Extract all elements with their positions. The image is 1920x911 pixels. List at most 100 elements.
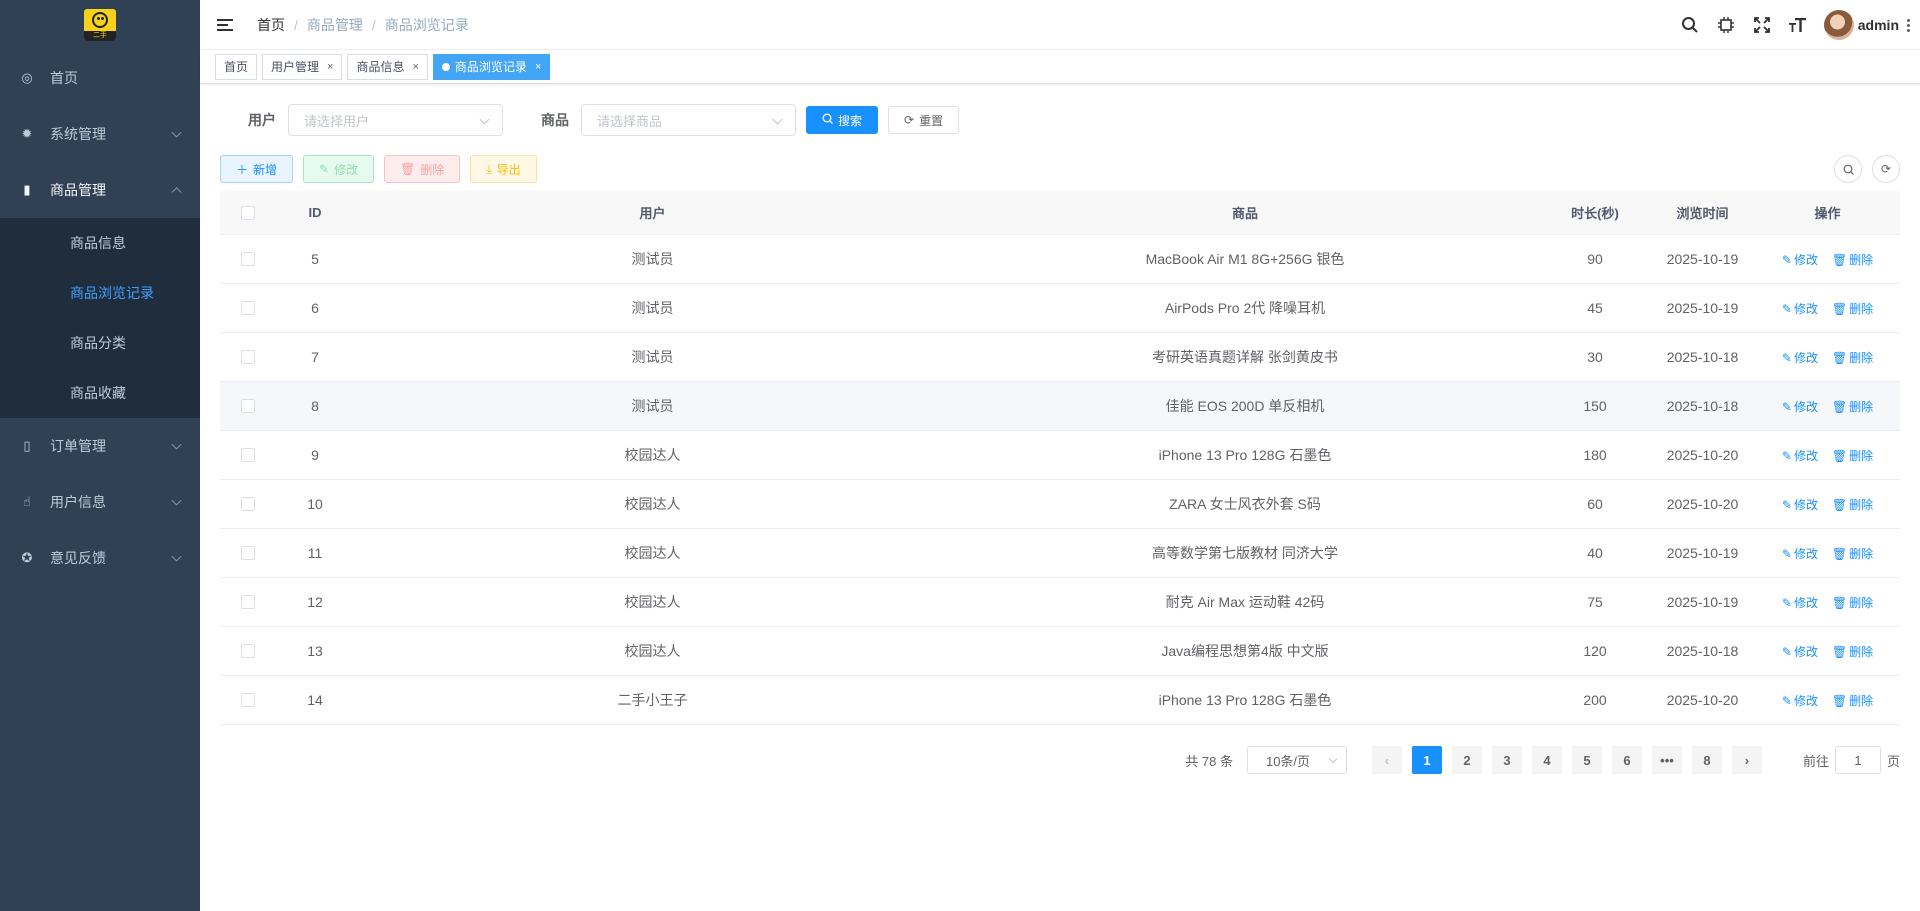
page-button[interactable]: 2 [1451, 746, 1482, 774]
breadcrumb-home[interactable]: 首页 [257, 15, 285, 35]
page-button[interactable]: 5 [1571, 746, 1602, 774]
font-size-icon[interactable] [1788, 15, 1808, 35]
row-edit-link[interactable]: ✎ 修改 [1782, 547, 1818, 561]
delete-button[interactable]: 🗑 删除 [384, 155, 461, 183]
sidebar-item-home[interactable]: ◎ 首页 [0, 50, 200, 106]
row-delete-link[interactable]: 🗑 删除 [1832, 449, 1873, 463]
cell-ops: ✎ 修改 🗑 删除 [1755, 545, 1900, 562]
prev-page-button[interactable]: ‹ [1371, 746, 1402, 774]
more-vertical-icon[interactable] [1907, 18, 1910, 32]
table-row: 11 校园达人 高等数学第七版教材 同济大学 40 2025-10-19 ✎ 修改… [220, 529, 1900, 578]
trash-icon: 🗑 [1831, 644, 1848, 659]
avatar[interactable] [1823, 10, 1854, 40]
product-select[interactable]: 请选择商品 [581, 104, 796, 136]
row-delete-link[interactable]: 🗑 删除 [1832, 596, 1873, 610]
row-checkbox[interactable] [220, 301, 275, 315]
row-edit-link[interactable]: ✎ 修改 [1782, 498, 1818, 512]
close-icon[interactable]: × [535, 61, 541, 73]
cell-time: 2025-10-18 [1666, 349, 1739, 365]
next-page-button[interactable]: › [1731, 746, 1762, 774]
row-edit-link[interactable]: ✎ 修改 [1782, 302, 1818, 316]
sidebar-item-system[interactable]: ✹ 系统管理 [0, 106, 200, 162]
row-delete-link[interactable]: 🗑 删除 [1832, 694, 1873, 708]
cell-user: 测试员 [631, 251, 674, 267]
row-delete-link[interactable]: 🗑 删除 [1832, 547, 1873, 561]
select-all-checkbox[interactable] [220, 205, 275, 220]
row-checkbox[interactable] [220, 350, 275, 364]
sidebar-item-label: 意见反馈 [50, 550, 106, 566]
sidebar-item-browse-history[interactable]: 商品浏览记录 [0, 268, 200, 318]
sidebar-item-products[interactable]: ▮ 商品管理 [0, 162, 200, 218]
username[interactable]: admin [1858, 17, 1899, 33]
breadcrumb-products[interactable]: 商品管理 [307, 15, 363, 35]
edit-button[interactable]: ✎ 修改 [303, 155, 375, 183]
refresh-table-button[interactable]: ⟳ [1872, 155, 1900, 183]
user-select[interactable]: 请选择用户 [288, 104, 503, 136]
chip-icon[interactable] [1716, 15, 1736, 35]
row-edit-link[interactable]: ✎ 修改 [1782, 253, 1818, 267]
row-checkbox[interactable] [220, 252, 275, 266]
edit-icon: ✎ [1781, 693, 1792, 708]
row-edit-link[interactable]: ✎ 修改 [1782, 694, 1818, 708]
tag-product-info[interactable]: 商品信息 × [347, 53, 428, 80]
sidebar-item-orders[interactable]: ▯ 订单管理 [0, 418, 200, 474]
row-delete-link[interactable]: 🗑 删除 [1832, 400, 1873, 414]
cell-duration: 45 [1587, 300, 1603, 316]
chevron-down-icon [171, 551, 182, 562]
page-button[interactable]: 4 [1531, 746, 1562, 774]
chevron-up-icon [171, 187, 182, 198]
row-edit-link[interactable]: ✎ 修改 [1782, 645, 1818, 659]
page-button[interactable]: 3 [1491, 746, 1522, 774]
sidebar-item-user-info[interactable]: ☝ 用户信息 [0, 474, 200, 530]
tag-home[interactable]: 首页 [215, 53, 258, 80]
row-checkbox[interactable] [220, 546, 275, 560]
cell-id: 6 [311, 300, 319, 316]
row-edit-link[interactable]: ✎ 修改 [1782, 449, 1818, 463]
tag-browse-history[interactable]: 商品浏览记录 × [432, 53, 551, 80]
row-delete-link[interactable]: 🗑 删除 [1832, 253, 1873, 267]
row-delete-link[interactable]: 🗑 删除 [1832, 645, 1873, 659]
table-row: 14 二手小王子 iPhone 13 Pro 128G 石墨色 200 2025… [220, 676, 1900, 725]
page-button[interactable]: 1 [1411, 746, 1442, 774]
chevron-down-icon [171, 439, 182, 450]
sidebar-item-product-favorites[interactable]: 商品收藏 [0, 368, 200, 418]
search-button[interactable]: 搜索 [806, 106, 879, 134]
row-delete-link[interactable]: 🗑 删除 [1832, 351, 1873, 365]
row-delete-link[interactable]: 🗑 删除 [1832, 302, 1873, 316]
cell-duration: 40 [1587, 545, 1603, 561]
page-size-select[interactable]: 10条/页 [1246, 746, 1347, 774]
jump-page-input[interactable]: 1 [1834, 746, 1881, 774]
tag-user-management[interactable]: 用户管理 × [262, 53, 343, 80]
add-button[interactable]: ＋ 新增 [220, 155, 294, 183]
toggle-search-button[interactable] [1834, 155, 1862, 183]
export-button[interactable]: ⤓ 导出 [470, 155, 537, 183]
row-checkbox[interactable] [220, 693, 275, 707]
trash-icon: 🗑 [1831, 693, 1848, 708]
row-checkbox[interactable] [220, 399, 275, 413]
more-pages-button[interactable]: ••• [1651, 746, 1682, 774]
sidebar-item-product-category[interactable]: 商品分类 [0, 318, 200, 368]
sidebar-item-product-info[interactable]: 商品信息 [0, 218, 200, 268]
tag-label: 用户管理 [271, 60, 320, 74]
page-button[interactable]: 8 [1691, 746, 1722, 774]
row-checkbox[interactable] [220, 497, 275, 511]
cell-user: 校园达人 [624, 594, 681, 610]
row-edit-link[interactable]: ✎ 修改 [1782, 351, 1818, 365]
page-button[interactable]: 6 [1611, 746, 1642, 774]
row-edit-link[interactable]: ✎ 修改 [1782, 400, 1818, 414]
logo[interactable]: 二手 [84, 9, 116, 41]
hamburger-icon[interactable] [217, 18, 233, 31]
fullscreen-icon[interactable] [1752, 15, 1772, 35]
edit-button-label: 修改 [334, 162, 359, 177]
row-delete-link[interactable]: 🗑 删除 [1832, 498, 1873, 512]
row-checkbox[interactable] [220, 595, 275, 609]
close-icon[interactable]: × [412, 61, 418, 73]
search-icon[interactable] [1680, 15, 1700, 35]
row-edit-link[interactable]: ✎ 修改 [1782, 596, 1818, 610]
plus-icon: ＋ [236, 162, 249, 177]
close-icon[interactable]: × [327, 61, 333, 73]
sidebar-item-feedback[interactable]: ✪ 意见反馈 [0, 530, 200, 586]
row-checkbox[interactable] [220, 644, 275, 658]
reset-button[interactable]: ⟳ 重置 [888, 106, 960, 134]
row-checkbox[interactable] [220, 448, 275, 462]
